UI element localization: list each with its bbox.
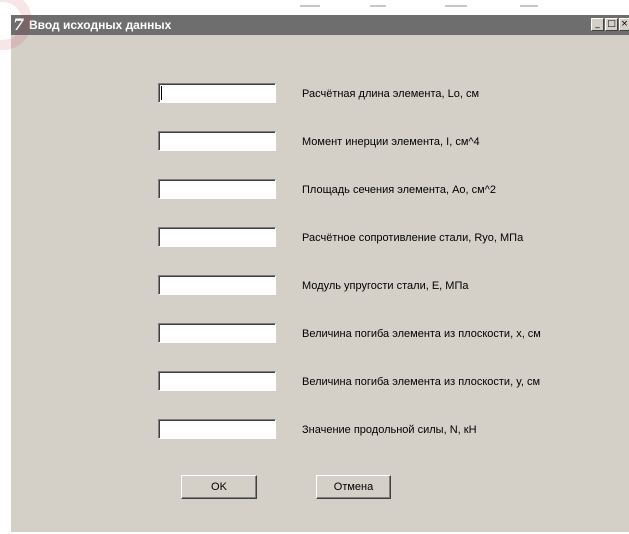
minimize-icon: _ bbox=[595, 19, 600, 29]
area-label: Площадь сечения элемента, Ao, см^2 bbox=[302, 184, 496, 196]
length-input[interactable] bbox=[158, 83, 276, 103]
close-icon: × bbox=[620, 19, 629, 29]
area-input[interactable] bbox=[158, 179, 276, 199]
length-label: Расчётная длина элемента, Lo, см bbox=[302, 88, 480, 100]
inertia-input[interactable] bbox=[158, 131, 276, 151]
field-row-modulus: Модуль упругости стали, E, МПа bbox=[11, 275, 629, 297]
background-mark bbox=[300, 5, 320, 7]
field-row-length: Расчётная длина элемента, Lo, см bbox=[11, 83, 629, 105]
text-caret bbox=[161, 86, 162, 100]
force-label: Значение продольной силы, N, кН bbox=[302, 424, 477, 436]
background-mark bbox=[445, 5, 467, 7]
close-button[interactable]: × bbox=[619, 18, 629, 31]
resistance-label: Расчётное сопротивление стали, Ryo, МПа bbox=[302, 232, 524, 244]
resistance-input[interactable] bbox=[158, 227, 276, 247]
background-mark bbox=[370, 5, 386, 7]
field-row-bend-y: Величина погиба элемента из плоскости, y… bbox=[11, 371, 629, 393]
bend-y-input[interactable] bbox=[158, 371, 276, 391]
bend-x-input[interactable] bbox=[158, 323, 276, 343]
background-mark bbox=[520, 5, 538, 7]
inertia-label: Момент инерции элемента, I, см^4 bbox=[302, 136, 480, 148]
field-row-inertia: Момент инерции элемента, I, см^4 bbox=[11, 131, 629, 153]
minimize-button[interactable]: _ bbox=[591, 18, 604, 31]
field-row-force: Значение продольной силы, N, кН bbox=[11, 419, 629, 441]
modulus-label: Модуль упругости стали, E, МПа bbox=[302, 280, 469, 292]
title-bar[interactable]: 7 Ввод исходных данных _ □ × bbox=[11, 15, 629, 35]
ok-button[interactable]: OK bbox=[181, 475, 257, 499]
input-dialog-window: 7 Ввод исходных данных _ □ × Расчётная д… bbox=[10, 14, 629, 532]
field-row-bend-x: Величина погиба элемента из плоскости, x… bbox=[11, 323, 629, 345]
maximize-icon: □ bbox=[607, 19, 616, 29]
bend-y-label: Величина погиба элемента из плоскости, y… bbox=[302, 376, 541, 388]
modulus-input[interactable] bbox=[158, 275, 276, 295]
window-title: Ввод исходных данных bbox=[29, 18, 172, 32]
field-row-area: Площадь сечения элемента, Ao, см^2 bbox=[11, 179, 629, 201]
cancel-button[interactable]: Отмена bbox=[316, 475, 391, 499]
bend-x-label: Величина погиба элемента из плоскости, x… bbox=[302, 328, 541, 340]
field-row-resistance: Расчётное сопротивление стали, Ryo, МПа bbox=[11, 227, 629, 249]
background-strip bbox=[0, 0, 629, 14]
maximize-button[interactable]: □ bbox=[605, 18, 618, 31]
force-input[interactable] bbox=[158, 419, 276, 439]
